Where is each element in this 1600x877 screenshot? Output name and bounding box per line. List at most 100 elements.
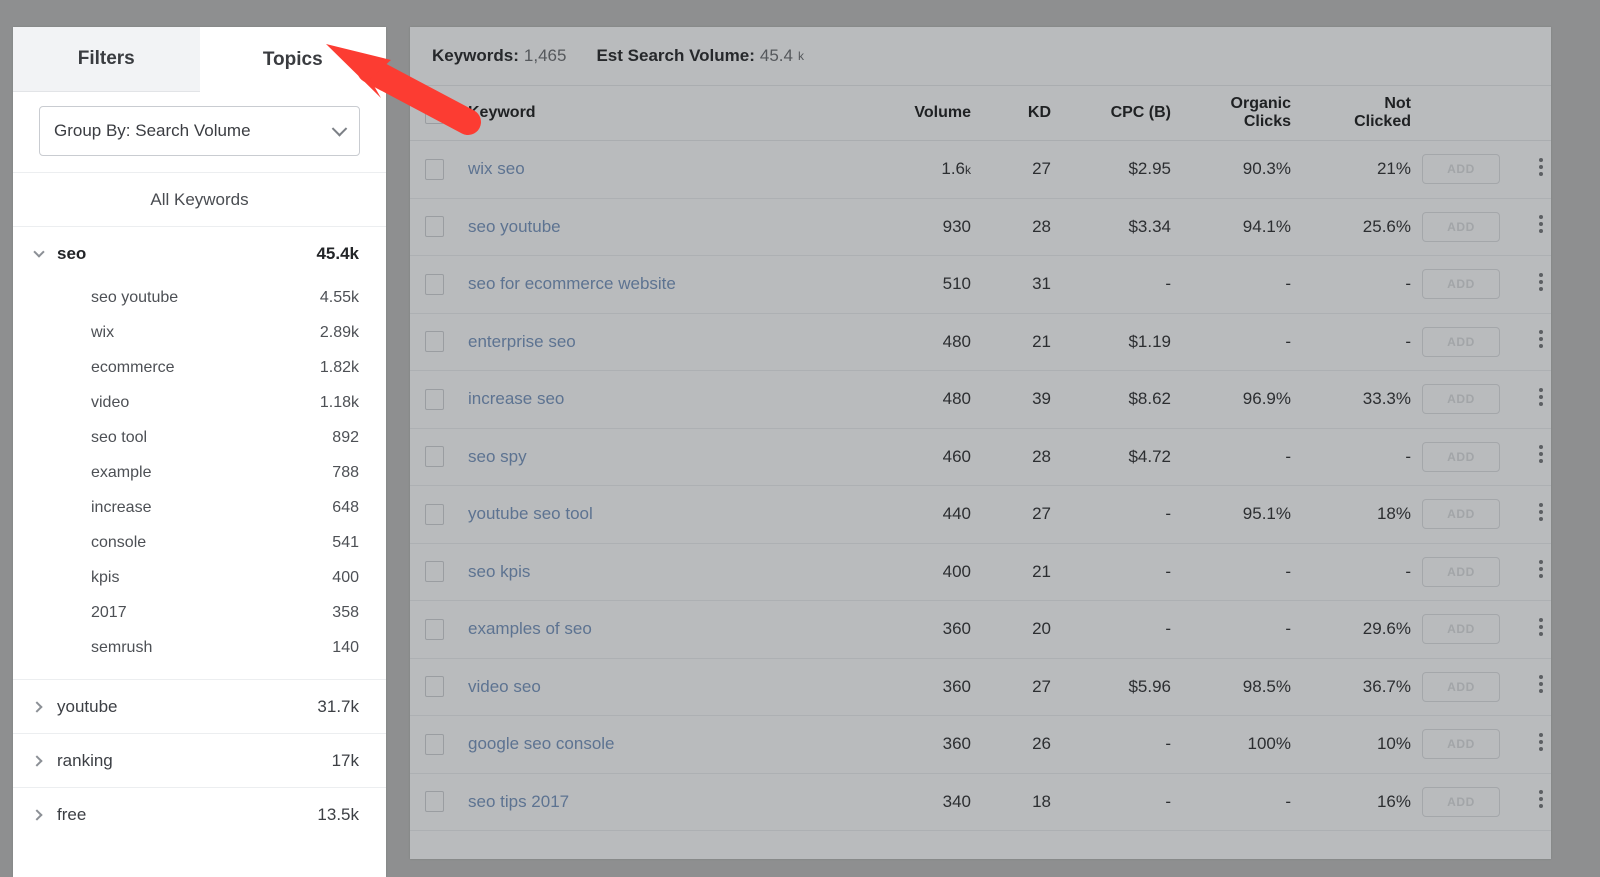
topic-subitem[interactable]: seo youtube 4.55k	[13, 280, 386, 315]
chevron-right-icon[interactable]	[31, 808, 47, 821]
keyword-link[interactable]: google seo console	[468, 734, 615, 753]
add-button[interactable]: ADD	[1422, 441, 1500, 472]
volume-cell: 340	[876, 773, 971, 831]
kebab-menu-icon[interactable]	[1539, 672, 1543, 696]
row-checkbox[interactable]	[424, 388, 444, 410]
row-select-cell	[410, 600, 458, 659]
keyword-link[interactable]: youtube seo tool	[468, 504, 593, 523]
kebab-menu-icon[interactable]	[1539, 787, 1543, 811]
add-button[interactable]: ADD	[1422, 154, 1500, 185]
add-button[interactable]: ADD	[1422, 211, 1500, 242]
volume-value: 400	[942, 561, 971, 581]
topic-group-header-youtube[interactable]: youtube 31.7k	[13, 680, 386, 733]
kd-cell: 27	[971, 485, 1051, 544]
kebab-menu-icon[interactable]	[1539, 212, 1543, 236]
topic-group-header-ranking[interactable]: ranking 17k	[13, 734, 386, 787]
kebab-menu-icon[interactable]	[1539, 557, 1543, 581]
cpc-cell: -	[1051, 255, 1171, 314]
row-checkbox[interactable]	[424, 446, 444, 468]
row-menu-cell	[1511, 543, 1551, 601]
topic-subitem[interactable]: semrush 140	[13, 630, 386, 665]
row-checkbox[interactable]	[424, 733, 444, 755]
topic-subitem[interactable]: ecommerce 1.82k	[13, 350, 386, 385]
add-button[interactable]: ADD	[1422, 326, 1500, 357]
kebab-menu-icon[interactable]	[1539, 155, 1543, 179]
organic-clicks-cell: -	[1171, 773, 1291, 831]
tab-topics[interactable]: Topics	[199, 27, 386, 92]
row-checkbox[interactable]	[424, 216, 444, 238]
header-kd[interactable]: KD	[971, 85, 1051, 141]
add-button[interactable]: ADD	[1422, 729, 1500, 760]
row-checkbox[interactable]	[424, 676, 444, 698]
chevron-right-icon[interactable]	[31, 754, 47, 767]
topic-subitem[interactable]: 2017 358	[13, 595, 386, 630]
topic-subitem[interactable]: example 788	[13, 455, 386, 490]
keyword-link[interactable]: enterprise seo	[468, 332, 576, 351]
header-organic-clicks[interactable]: Organic Clicks	[1171, 85, 1291, 141]
add-button[interactable]: ADD	[1422, 671, 1500, 702]
volume-cell: 480	[876, 313, 971, 371]
topic-subitem-name: seo tool	[91, 428, 148, 446]
volume-value: 480	[942, 331, 971, 351]
add-button[interactable]: ADD	[1422, 384, 1500, 415]
keyword-link[interactable]: increase seo	[468, 389, 564, 408]
topic-subitem[interactable]: seo tool 892	[13, 420, 386, 455]
topic-subitem[interactable]: increase 648	[13, 490, 386, 525]
tab-filters[interactable]: Filters	[13, 27, 200, 92]
cpc-cell: $2.95	[1051, 140, 1171, 199]
chevron-right-icon[interactable]	[31, 700, 47, 713]
kebab-menu-icon[interactable]	[1539, 730, 1543, 754]
all-keywords-item[interactable]: All Keywords	[13, 172, 386, 227]
keyword-link[interactable]: wix seo	[468, 159, 525, 178]
add-button[interactable]: ADD	[1422, 786, 1500, 817]
kebab-menu-icon[interactable]	[1539, 327, 1543, 351]
row-checkbox[interactable]	[424, 503, 444, 525]
keyword-link[interactable]: video seo	[468, 677, 541, 696]
kebab-menu-icon[interactable]	[1539, 500, 1543, 524]
topic-group-header-seo[interactable]: seo 45.4k	[13, 227, 386, 280]
add-cell: ADD	[1411, 140, 1511, 199]
add-button[interactable]: ADD	[1422, 269, 1500, 300]
topic-group-name: ranking	[57, 750, 113, 770]
topic-subitem-name: seo youtube	[91, 288, 179, 306]
row-checkbox[interactable]	[424, 273, 444, 295]
topic-subitem-name: kpis	[91, 568, 120, 586]
kd-cell: 20	[971, 600, 1051, 659]
add-button[interactable]: ADD	[1422, 499, 1500, 530]
keyword-link[interactable]: seo for ecommerce website	[468, 274, 676, 293]
header-cpc[interactable]: CPC (B)	[1051, 85, 1171, 141]
topic-subitem[interactable]: wix 2.89k	[13, 315, 386, 350]
topic-group-header-free[interactable]: free 13.5k	[13, 788, 386, 841]
row-checkbox[interactable]	[424, 791, 444, 813]
row-checkbox[interactable]	[424, 618, 444, 640]
header-keyword[interactable]: Keyword	[458, 85, 876, 141]
select-all-checkbox[interactable]	[424, 102, 444, 124]
header-not-clicked[interactable]: Not Clicked	[1291, 85, 1411, 141]
cpc-cell: -	[1051, 715, 1171, 774]
topic-subitem[interactable]: video 1.18k	[13, 385, 386, 420]
chevron-down-icon[interactable]	[31, 245, 47, 258]
topic-subitem[interactable]: kpis 400	[13, 560, 386, 595]
not-clicked-cell: 21%	[1291, 140, 1411, 199]
kebab-menu-icon[interactable]	[1539, 442, 1543, 466]
volume-cell: 360	[876, 658, 971, 716]
topic-subitem[interactable]: console 541	[13, 525, 386, 560]
group-by-select[interactable]: Group By: Search Volume	[39, 106, 360, 156]
topic-group: ranking 17k	[13, 733, 386, 787]
add-button[interactable]: ADD	[1422, 556, 1500, 587]
kebab-menu-icon[interactable]	[1539, 385, 1543, 409]
not-clicked-cell: 36.7%	[1291, 658, 1411, 716]
header-volume[interactable]: Volume	[876, 85, 971, 141]
row-checkbox[interactable]	[424, 331, 444, 353]
keyword-link[interactable]: seo spy	[468, 447, 527, 466]
kebab-menu-icon[interactable]	[1539, 615, 1543, 639]
row-checkbox[interactable]	[424, 561, 444, 583]
keywords-table-body: wix seo 1.6k 27 $2.95 90.3% 21% ADD seo youtube…	[410, 140, 1551, 831]
keyword-link[interactable]: seo kpis	[468, 562, 530, 581]
row-checkbox[interactable]	[424, 158, 444, 180]
keyword-link[interactable]: seo tips 2017	[468, 792, 569, 811]
add-button[interactable]: ADD	[1422, 614, 1500, 645]
keyword-link[interactable]: seo youtube	[468, 217, 561, 236]
keyword-link[interactable]: examples of seo	[468, 619, 592, 638]
kebab-menu-icon[interactable]	[1539, 270, 1543, 294]
